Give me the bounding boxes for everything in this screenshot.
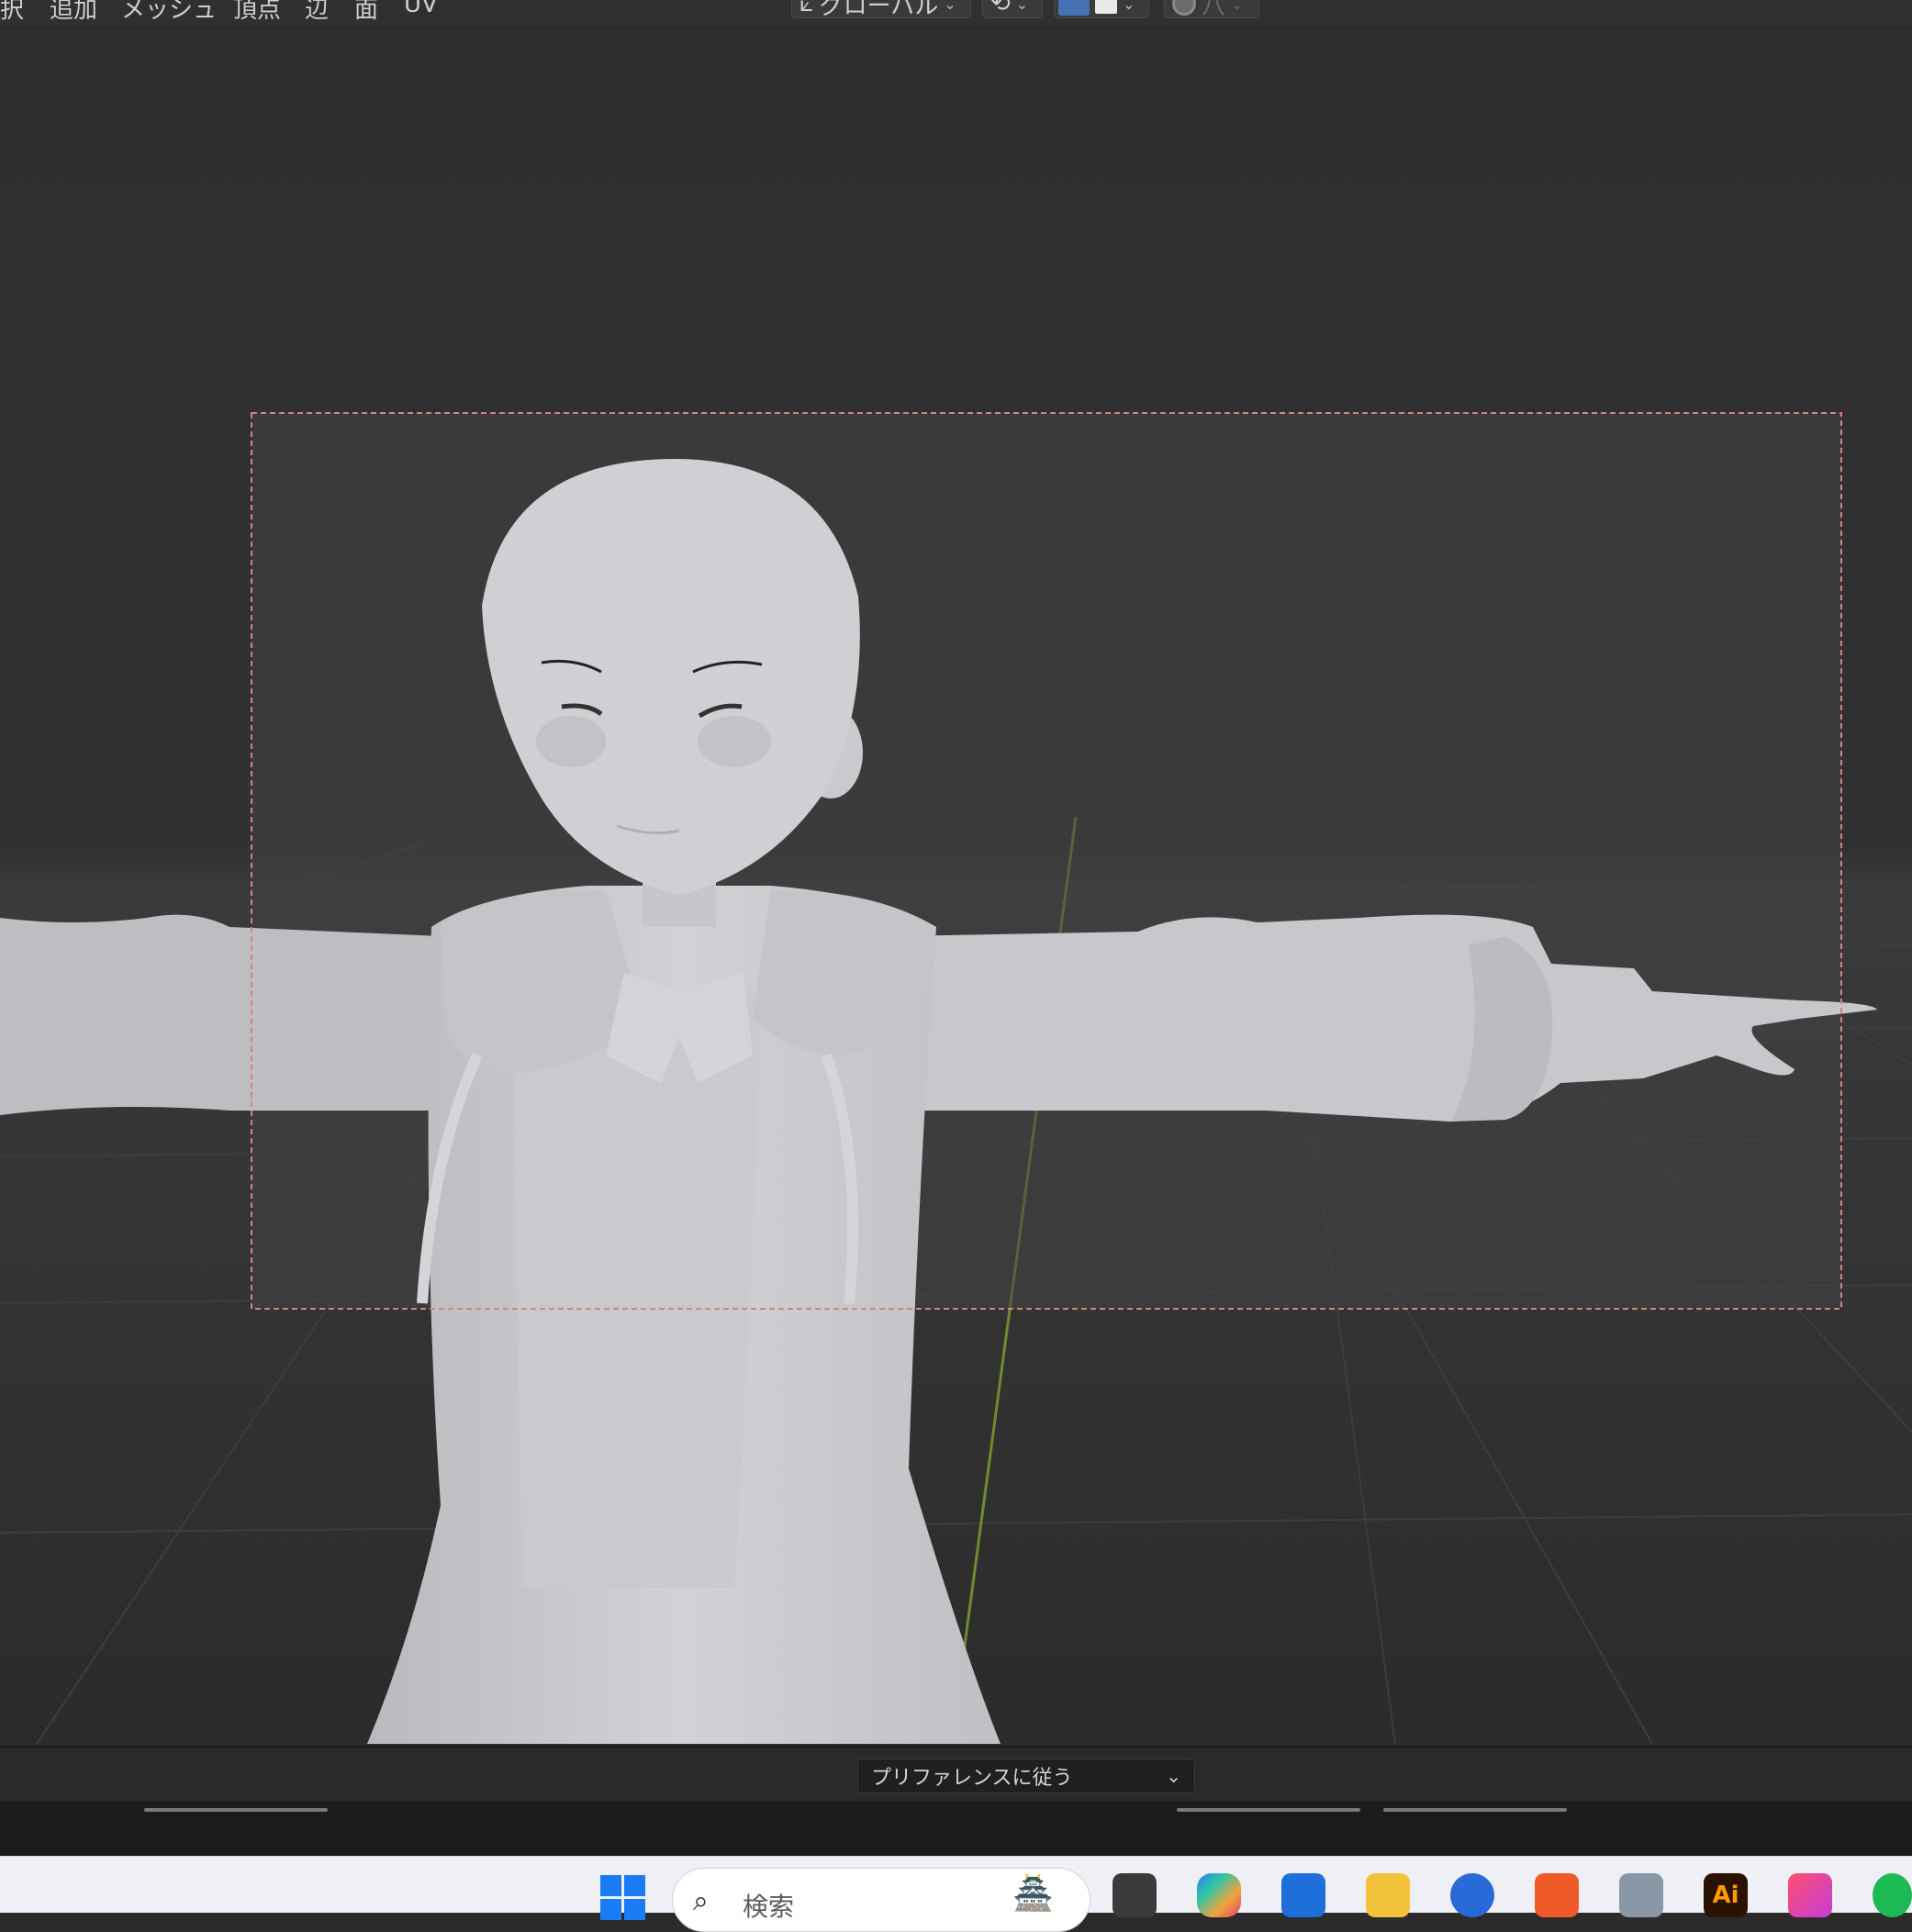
menu-edge[interactable]: 辺 — [305, 0, 329, 25]
menu-mesh[interactable]: メッシュ — [121, 0, 217, 25]
search-icon: ⌕ — [693, 1885, 709, 1917]
workspace-tab-indicator[interactable] — [144, 1808, 328, 1812]
menu-uv[interactable]: UV — [404, 0, 438, 18]
proportional-edit-icon[interactable] — [1172, 0, 1196, 16]
castle-highlight-icon: 🏯 — [1012, 1875, 1054, 1913]
transform-orientation-dropdown[interactable]: ⟀ グローバル ⌄ — [791, 0, 971, 20]
bottom-panel-header: プリファレンスに従う ⌄ — [0, 1746, 1912, 1803]
falloff-label: 八 — [1202, 0, 1226, 20]
left-arm — [0, 914, 450, 1115]
preference-select-label: プリファレンスに従う — [871, 1767, 1073, 1790]
snap-group[interactable]: ⌄ — [1054, 0, 1149, 18]
spotify-icon[interactable] — [1873, 1873, 1912, 1917]
pivot-point-dropdown[interactable]: ⟲ ⌄ — [982, 0, 1043, 18]
status-bar — [0, 1801, 1912, 1856]
copilot-icon[interactable] — [1197, 1873, 1241, 1917]
orientation-axes-icon: ⟀ — [799, 0, 814, 17]
thunderbird-icon[interactable] — [1450, 1873, 1494, 1917]
calculator-icon[interactable] — [1619, 1873, 1663, 1917]
viewport-header: 択 追加 メッシュ 頂点 辺 面 UV ⟀ グローバル ⌄ ⟲ ⌄ ⌄ 八 ⌄ — [0, 0, 1912, 28]
windows-start-icon[interactable] — [600, 1875, 646, 1921]
menu-face[interactable]: 面 — [354, 0, 378, 25]
microsoft-store-icon[interactable] — [1281, 1873, 1325, 1917]
task-view-icon[interactable] — [1113, 1873, 1157, 1917]
proportional-edit-group[interactable]: 八 ⌄ — [1164, 0, 1259, 20]
workspace-tab-indicator[interactable] — [1177, 1808, 1360, 1812]
snap-toggle-icon[interactable] — [1058, 0, 1090, 16]
left-eye — [536, 716, 606, 767]
workspace-tab-indicator[interactable] — [1383, 1808, 1567, 1812]
menu-vertex[interactable]: 頂点 — [233, 0, 281, 25]
taskbar-search-input[interactable]: ⌕ 検索 🏯 — [672, 1868, 1090, 1932]
menu-add[interactable]: 追加 — [50, 0, 97, 25]
illustrator-icon[interactable]: Ai — [1704, 1873, 1748, 1917]
chevron-down-icon: ⌄ — [1231, 0, 1244, 13]
chevron-down-icon: ⌄ — [1015, 0, 1029, 13]
chevron-down-icon: ⌄ — [1123, 0, 1135, 13]
creative-cloud-icon[interactable] — [1788, 1873, 1832, 1917]
chevron-down-icon: ⌄ — [944, 0, 956, 13]
viewport-scene — [0, 28, 1912, 1744]
menu-select[interactable]: 択 — [0, 0, 24, 25]
preference-select[interactable]: プリファレンスに従う ⌄ — [857, 1759, 1195, 1793]
orientation-label: グローバル — [819, 0, 939, 20]
search-placeholder: 検索 — [743, 1892, 795, 1922]
chevron-down-icon: ⌄ — [1166, 1765, 1181, 1787]
snap-target-icon[interactable] — [1095, 0, 1117, 14]
shirt — [514, 991, 762, 1588]
right-eye — [698, 716, 771, 767]
brave-icon[interactable] — [1535, 1873, 1579, 1917]
3d-viewport[interactable] — [0, 28, 1912, 1744]
pivot-icon: ⟲ — [990, 0, 1011, 17]
file-explorer-icon[interactable] — [1366, 1873, 1410, 1917]
windows-taskbar: ⌕ 検索 🏯 Ai — [0, 1856, 1912, 1932]
